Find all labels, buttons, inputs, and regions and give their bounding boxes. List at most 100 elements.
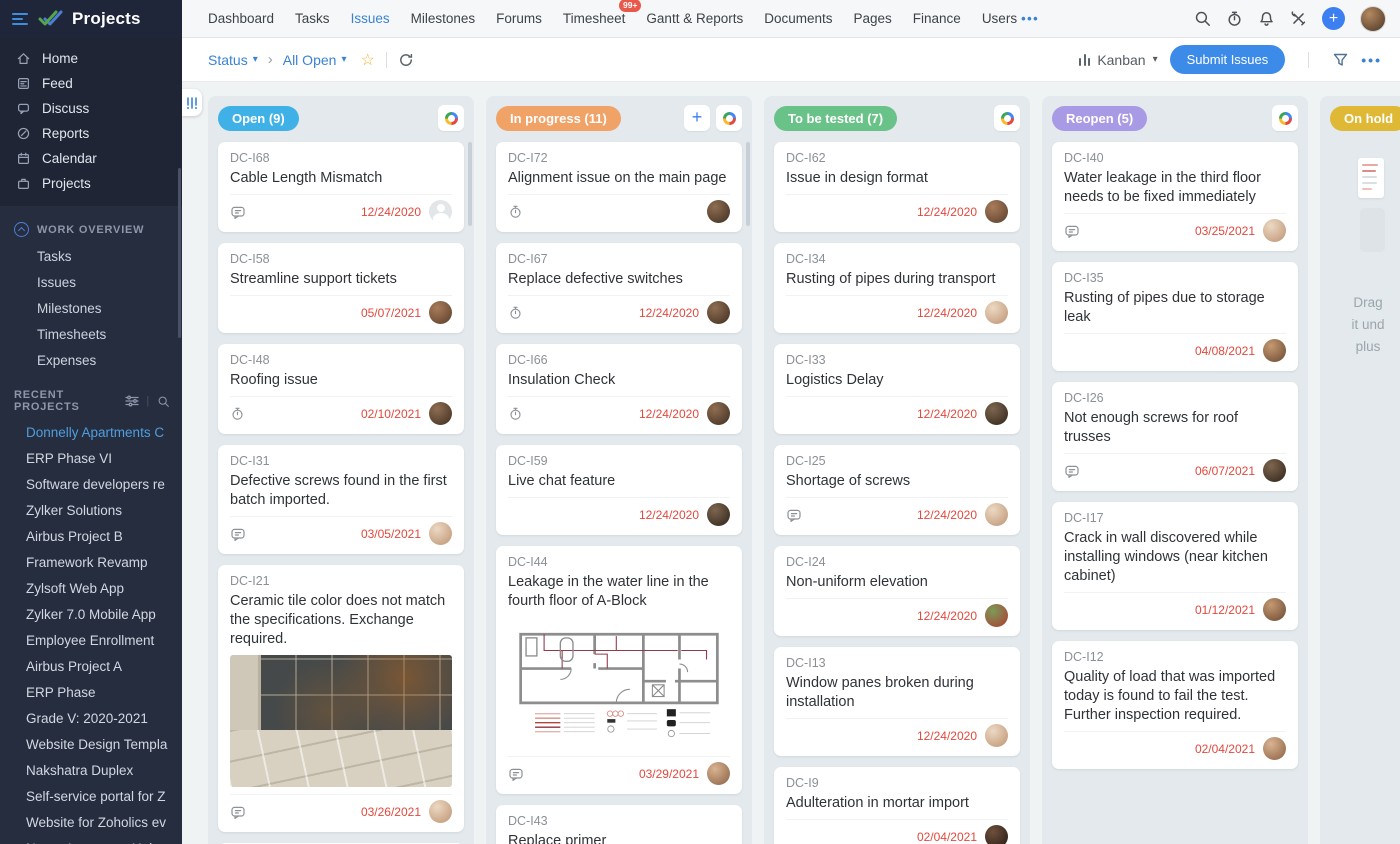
issue-card[interactable]: DC-I43 Replace primer xyxy=(496,805,742,844)
recent-project-item[interactable]: Zylsoft Web App xyxy=(0,575,182,601)
more-options-icon[interactable]: ••• xyxy=(1361,52,1382,68)
issue-card[interactable]: DC-I44 Leakage in the water line in the … xyxy=(496,546,742,794)
assignee-avatar[interactable] xyxy=(429,200,452,223)
timer-icon[interactable] xyxy=(230,406,245,421)
issue-card[interactable]: DC-I33 Logistics Delay 12/24/2020 xyxy=(774,344,1020,434)
view-mode-dropdown[interactable]: Kanban ▾ xyxy=(1079,52,1158,68)
nav-item[interactable]: Pages xyxy=(852,7,894,30)
column-scrollbar[interactable] xyxy=(746,142,750,226)
column-status-pill[interactable]: On hold xyxy=(1330,105,1400,131)
collapse-section-icon[interactable] xyxy=(14,222,29,237)
column-refresh-button[interactable] xyxy=(716,105,742,131)
tile-photo-attachment[interactable] xyxy=(230,655,452,787)
recent-project-item[interactable]: Nexus Language Hub xyxy=(0,835,182,844)
assignee-avatar[interactable] xyxy=(707,200,730,223)
column-refresh-button[interactable] xyxy=(994,105,1020,131)
hamburger-menu-icon[interactable] xyxy=(12,12,28,25)
breadcrumb-status-dropdown[interactable]: Status ▾ xyxy=(208,52,258,68)
column-scrollbar[interactable] xyxy=(468,142,472,226)
user-avatar[interactable] xyxy=(1360,5,1386,32)
assignee-avatar[interactable] xyxy=(1263,339,1286,362)
recent-project-item[interactable]: ERP Phase xyxy=(0,679,182,705)
issue-card[interactable]: DC-I67 Replace defective switches 12/24/… xyxy=(496,243,742,333)
search-icon[interactable] xyxy=(1194,10,1211,27)
assignee-avatar[interactable] xyxy=(429,800,452,823)
assignee-avatar[interactable] xyxy=(985,825,1008,844)
assignee-avatar[interactable] xyxy=(985,402,1008,425)
sidebar-item-projects[interactable]: Projects xyxy=(0,171,182,196)
issue-card[interactable]: DC-I40 Water leakage in the third floor … xyxy=(1052,142,1298,251)
sidebar-sub-item[interactable]: Issues xyxy=(0,269,182,295)
sidebar-sub-item[interactable]: Milestones xyxy=(0,295,182,321)
add-issue-button[interactable]: + xyxy=(684,105,710,131)
filter-funnel-icon[interactable] xyxy=(1332,52,1349,68)
comment-icon[interactable] xyxy=(786,507,802,523)
refresh-icon[interactable] xyxy=(398,52,414,68)
sidebar-item-reports[interactable]: Reports xyxy=(0,121,182,146)
sidebar-sub-item[interactable]: Timesheets xyxy=(0,321,182,347)
column-status-pill[interactable]: In progress (11) xyxy=(496,105,621,131)
assignee-avatar[interactable] xyxy=(707,402,730,425)
column-status-pill[interactable]: Reopen (5) xyxy=(1052,105,1148,131)
recent-project-item[interactable]: ERP Phase VI xyxy=(0,445,182,471)
assignee-avatar[interactable] xyxy=(1263,219,1286,242)
nav-item[interactable]: Dashboard xyxy=(206,7,276,30)
recent-project-item[interactable]: Self-service portal for Z xyxy=(0,783,182,809)
project-search-icon[interactable] xyxy=(157,395,170,408)
assignee-avatar[interactable] xyxy=(429,301,452,324)
issue-card[interactable]: DC-I34 Rusting of pipes during transport xyxy=(774,243,1020,333)
comment-icon[interactable] xyxy=(230,526,246,542)
nav-item[interactable]: Tasks xyxy=(293,7,332,30)
timer-icon[interactable] xyxy=(1226,10,1243,27)
recent-project-item[interactable]: Employee Enrollment xyxy=(0,627,182,653)
issue-card[interactable]: DC-I35 Rusting of pipes due to storage l… xyxy=(1052,262,1298,371)
sidebar-item-calendar[interactable]: Calendar xyxy=(0,146,182,171)
sidebar-sub-item[interactable]: Expenses xyxy=(0,347,182,373)
comment-icon[interactable] xyxy=(230,204,246,220)
recent-project-item[interactable]: Framework Revamp xyxy=(0,549,182,575)
nav-item[interactable]: Timesheet 99+ xyxy=(561,0,642,30)
assignee-avatar[interactable] xyxy=(707,301,730,324)
sidebar-item-discuss[interactable]: Discuss xyxy=(0,96,182,121)
assignee-avatar[interactable] xyxy=(429,402,452,425)
nav-item[interactable]: Forums xyxy=(494,7,544,30)
recent-project-item[interactable]: Zylker 7.0 Mobile App xyxy=(0,601,182,627)
issue-card[interactable]: DC-I58 Streamline support tickets 05/07/… xyxy=(218,243,464,333)
recent-project-item[interactable]: Nakshatra Duplex xyxy=(0,757,182,783)
sidebar-sub-item[interactable]: Tasks xyxy=(0,243,182,269)
nav-item[interactable]: Users xyxy=(980,7,1019,30)
assignee-avatar[interactable] xyxy=(985,724,1008,747)
sidebar-scrollbar[interactable] xyxy=(178,168,181,338)
recent-project-item[interactable]: Website for Zoholics ev xyxy=(0,809,182,835)
comment-icon[interactable] xyxy=(230,804,246,820)
timer-icon[interactable] xyxy=(508,204,523,219)
issue-card[interactable]: DC-I9 Adulteration in mortar import 02/0… xyxy=(774,767,1020,844)
issue-card[interactable]: DC-I17 Crack in wall discovered while in… xyxy=(1052,502,1298,630)
submit-issues-button[interactable]: Submit Issues xyxy=(1169,45,1286,74)
recent-project-item[interactable]: Zylker Solutions xyxy=(0,497,182,523)
nav-more-icon[interactable]: ••• xyxy=(1021,11,1039,26)
assignee-avatar[interactable] xyxy=(707,762,730,785)
nav-item[interactable]: Issues xyxy=(349,7,392,30)
issue-card[interactable]: DC-I13 Window panes broken during instal… xyxy=(774,647,1020,756)
sidebar-item-feed[interactable]: Feed xyxy=(0,71,182,96)
issue-card[interactable]: DC-I21 Ceramic tile color does not match… xyxy=(218,565,464,832)
assignee-avatar[interactable] xyxy=(707,503,730,526)
floorplan-attachment[interactable] xyxy=(508,617,730,749)
recent-project-item[interactable]: Website Design Templa xyxy=(0,731,182,757)
comment-icon[interactable] xyxy=(1064,223,1080,239)
comment-icon[interactable] xyxy=(1064,463,1080,479)
issue-card[interactable]: DC-I62 Issue in design format 12/24/2020 xyxy=(774,142,1020,232)
tools-icon[interactable] xyxy=(1290,10,1307,27)
nav-item[interactable]: Documents xyxy=(762,7,834,30)
assignee-avatar[interactable] xyxy=(1263,598,1286,621)
column-status-pill[interactable]: To be tested (7) xyxy=(774,105,898,131)
column-refresh-button[interactable] xyxy=(438,105,464,131)
issue-card[interactable]: DC-I24 Non-uniform elevation 12/24/2020 xyxy=(774,546,1020,636)
nav-item[interactable]: Gantt & Reports xyxy=(644,7,745,30)
bell-icon[interactable] xyxy=(1258,10,1275,27)
comment-icon[interactable] xyxy=(508,766,524,782)
board-settings-tab[interactable] xyxy=(182,89,202,116)
assignee-avatar[interactable] xyxy=(985,200,1008,223)
assignee-avatar[interactable] xyxy=(985,301,1008,324)
